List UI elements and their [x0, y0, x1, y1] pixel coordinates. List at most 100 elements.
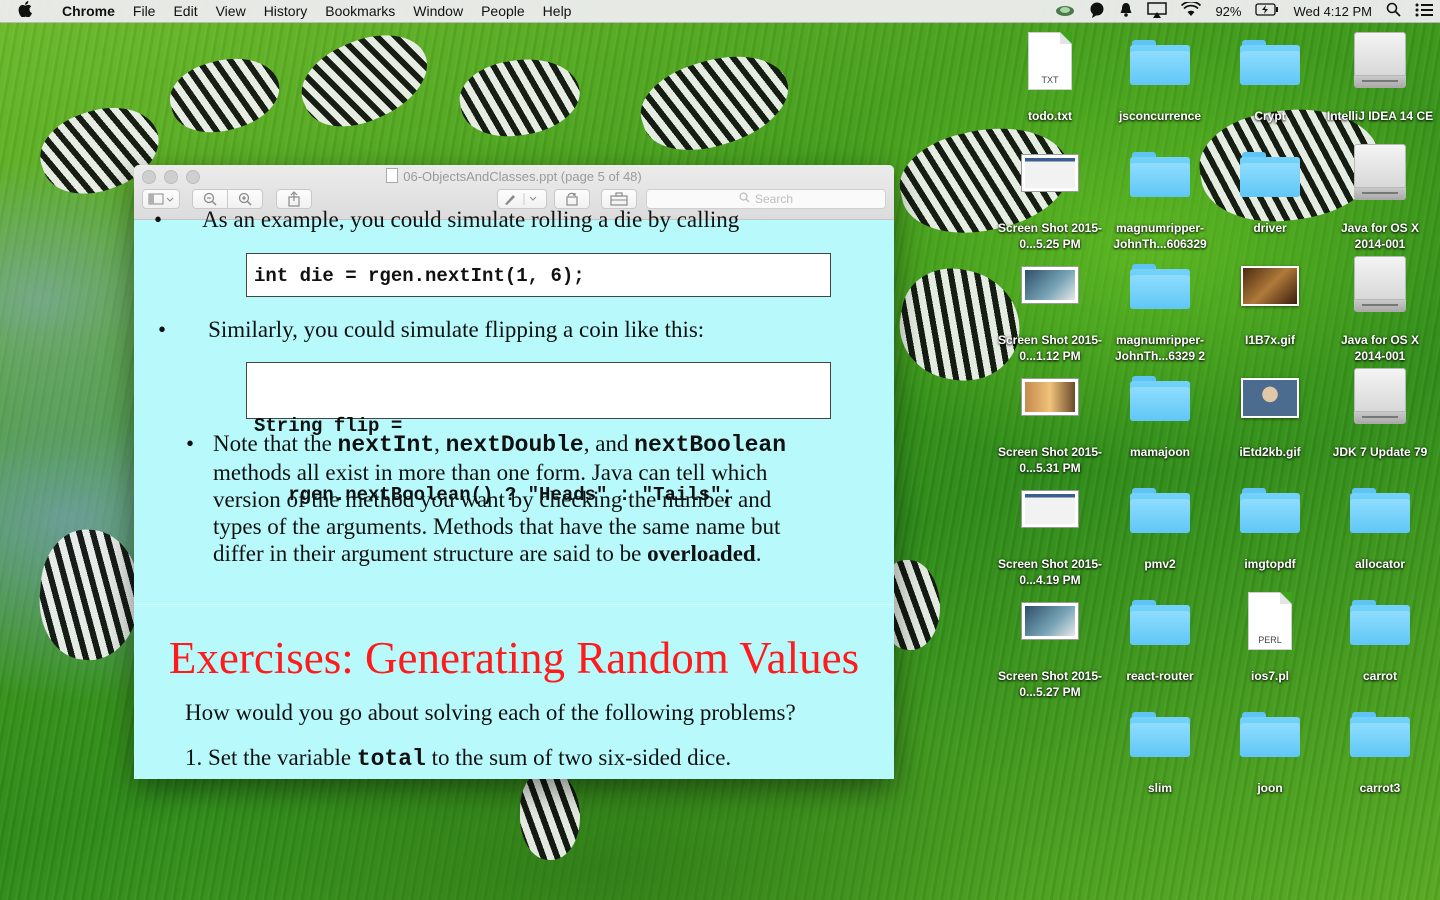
desktop-icon-joon[interactable]: joon — [1215, 704, 1325, 796]
share-button[interactable] — [276, 189, 312, 209]
menu-help[interactable]: Help — [534, 0, 581, 22]
folder-icon — [1130, 264, 1190, 310]
desktop-icon-magnumripper-johnth-6329-2[interactable]: magnumripper-JohnTh...6329 2 — [1105, 256, 1215, 364]
desktop-icon-screen-shot-2015-0-1-12-pm[interactable]: Screen Shot 2015-0...1.12 PM — [995, 256, 1105, 364]
image-thumbnail-icon — [1241, 378, 1299, 418]
desktop-icon-pmv2[interactable]: pmv2 — [1105, 480, 1215, 572]
desktop-icon-crypt[interactable]: Crypt — [1215, 32, 1325, 124]
search-field[interactable]: Search — [646, 189, 886, 209]
bullet-dot: • — [154, 207, 163, 232]
desktop-icon-imgtopdf[interactable]: imgtopdf — [1215, 480, 1325, 572]
menu-app-chrome[interactable]: Chrome — [53, 0, 124, 22]
note-line-3: version of the method you want by checki… — [213, 487, 772, 512]
folder-icon — [1130, 488, 1190, 534]
clock[interactable]: Wed 4:12 PM — [1293, 4, 1372, 19]
menu-window[interactable]: Window — [404, 0, 472, 22]
notification-bell-icon[interactable] — [1119, 2, 1133, 21]
exercises-question: How would you go about solving each of t… — [185, 700, 796, 725]
desktop-icon-label: Java for OS X 2014-001 — [1340, 221, 1420, 251]
spotlight-search-icon[interactable] — [1386, 2, 1401, 20]
desktop-icon-driver[interactable]: driver — [1215, 144, 1325, 236]
desktop-icon-allocator[interactable]: allocator — [1325, 480, 1435, 572]
exercises-item-1: 1. Set the variable total to the sum of … — [185, 745, 731, 772]
note-paragraph: • Note that the nextInt, nextDouble, and… — [186, 430, 836, 567]
code-box-flip: String flip = rgen.nextBoolean() ? "Head… — [246, 362, 831, 506]
desktop-icon-label: joon — [1257, 781, 1283, 795]
desktop-icon-screen-shot-2015-0-4-19-pm[interactable]: Screen Shot 2015-0...4.19 PM — [995, 480, 1105, 588]
desktop-icon-ios7-pl[interactable]: PERL ios7.pl — [1215, 592, 1325, 684]
folder-icon — [1240, 152, 1300, 198]
note-and: , and — [583, 431, 629, 456]
desktop-icon-todo-txt[interactable]: TXT todo.txt — [995, 32, 1105, 124]
preview-window: 06-ObjectsAndClasses.ppt (page 5 of 48) … — [134, 165, 894, 779]
menu-edit[interactable]: Edit — [164, 0, 206, 22]
desktop-icon-screen-shot-2015-0-5-27-pm[interactable]: Screen Shot 2015-0...5.27 PM — [995, 592, 1105, 700]
desktop-icon-i1b7x-gif[interactable]: I1B7x.gif — [1215, 256, 1325, 348]
desktop-icon-java-for-os-x-2014-001[interactable]: Java for OS X 2014-001 — [1325, 256, 1435, 364]
desktop-icon-react-router[interactable]: react-router — [1105, 592, 1215, 684]
search-icon — [739, 192, 750, 206]
zoom-in-button[interactable] — [227, 189, 263, 209]
desktop-icon-jdk-7-update-79[interactable]: JDK 7 Update 79 — [1325, 368, 1435, 460]
wallpaper-zebra — [630, 38, 800, 167]
document-icon — [386, 168, 399, 183]
desktop-icon-ietd2kb-gif[interactable]: iEtd2kb.gif — [1215, 368, 1325, 460]
desktop-icon-label: magnumripper-JohnTh...606329 — [1113, 221, 1207, 251]
desktop-icon-java-for-os-x-2014-001[interactable]: Java for OS X 2014-001 — [1325, 144, 1435, 252]
chat-bubble-icon[interactable] — [1089, 2, 1105, 21]
folder-icon — [1240, 40, 1300, 86]
menu-people[interactable]: People — [472, 0, 534, 22]
slide-separator — [134, 604, 894, 605]
airplay-icon[interactable] — [1147, 1, 1168, 21]
desktop-icon-label: driver — [1253, 221, 1287, 235]
desktop-icon-label: iEtd2kb.gif — [1239, 445, 1301, 459]
sidebar-toggle-button[interactable] — [142, 189, 180, 209]
rotate-button[interactable] — [554, 189, 590, 209]
status-area: 92% Wed 4:12 PM — [1048, 0, 1440, 22]
folder-icon — [1130, 152, 1190, 198]
desktop-icon-label: carrot3 — [1359, 781, 1401, 795]
document-file-icon: PERL — [1248, 592, 1292, 650]
desktop-icon-carrot[interactable]: carrot — [1325, 592, 1435, 684]
screenshot-thumbnail-icon — [1021, 154, 1079, 192]
desktop-icon-magnumripper-johnth-606329[interactable]: magnumripper-JohnTh...606329 — [1105, 144, 1215, 252]
battery-charging-icon[interactable] — [1255, 3, 1279, 19]
disk-image-icon — [1354, 368, 1406, 426]
desktop-icon-slim[interactable]: slim — [1105, 704, 1215, 796]
menu-view[interactable]: View — [207, 0, 255, 22]
zoom-out-button[interactable] — [192, 189, 228, 209]
markup-pen-button[interactable] — [497, 189, 547, 209]
desktop-icon-label: allocator — [1354, 557, 1405, 571]
toolbox-button[interactable] — [601, 189, 637, 209]
desktop-icon-intellij-idea-14-ce[interactable]: IntelliJ IDEA 14 CE — [1325, 32, 1435, 124]
desktop-icon-jsconcurrence[interactable]: jsconcurrence — [1105, 32, 1215, 124]
desktop-icon-mamajoon[interactable]: mamajoon — [1105, 368, 1215, 460]
folder-icon — [1240, 712, 1300, 758]
note-line-1: Note that the nextInt, nextDouble, and n… — [213, 431, 786, 458]
menu-history[interactable]: History — [255, 0, 317, 22]
image-thumbnail-icon — [1241, 266, 1299, 306]
folder-icon — [1350, 712, 1410, 758]
desktop-icon-label: Screen Shot 2015-0...4.19 PM — [997, 557, 1103, 587]
screenshot-thumbnail-icon — [1021, 266, 1079, 304]
menu-bookmarks[interactable]: Bookmarks — [316, 0, 404, 22]
code-box-die: int die = rgen.nextInt(1, 6); — [246, 253, 831, 297]
note-line-4: types of the arguments. Methods that hav… — [213, 514, 781, 539]
folder-icon — [1130, 712, 1190, 758]
menu-file[interactable]: File — [124, 0, 165, 22]
desktop-icon-screen-shot-2015-0-5-25-pm[interactable]: Screen Shot 2015-0...5.25 PM — [995, 144, 1105, 252]
notification-center-icon[interactable] — [1415, 3, 1433, 20]
note-line-5: differ in their argument structure are s… — [213, 541, 762, 566]
wifi-icon[interactable] — [1181, 0, 1202, 20]
cloud-status-icon[interactable] — [1055, 3, 1075, 20]
desktop-icon-label: Screen Shot 2015-0...5.25 PM — [997, 221, 1103, 251]
window-title: 06-ObjectsAndClasses.ppt (page 5 of 48) — [134, 168, 894, 184]
folder-icon — [1240, 488, 1300, 534]
apple-menu-icon[interactable] — [18, 1, 36, 21]
desktop-icon-carrot3[interactable]: carrot3 — [1325, 704, 1435, 796]
note-line-2: methods all exist in more than one form.… — [213, 460, 768, 485]
desktop-icon-label: ios7.pl — [1250, 669, 1289, 683]
desktop-icon-screen-shot-2015-0-5-31-pm[interactable]: Screen Shot 2015-0...5.31 PM — [995, 368, 1105, 476]
disk-image-icon — [1354, 256, 1406, 314]
bullet-coin: • Similarly, you could simulate flipping … — [158, 317, 704, 343]
